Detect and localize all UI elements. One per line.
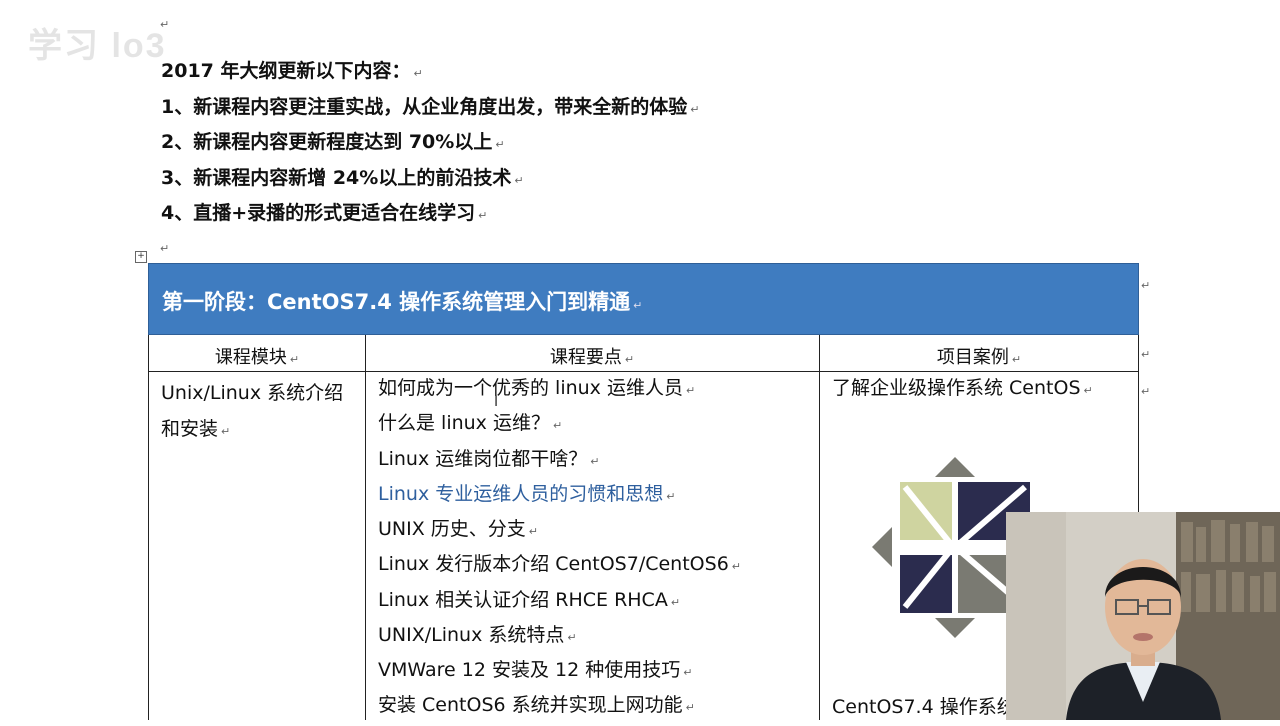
point-text: VMWare 12 安装及 12 种使用技巧 bbox=[378, 659, 681, 681]
list-item: Linux 专业运维人员的习惯和思想 ↵ bbox=[378, 477, 741, 512]
intro-item-text: 1、新课程内容更注重实战，从企业角度出发，带来全新的体验 bbox=[161, 95, 688, 118]
header-cell: 课程模块 ↵ bbox=[149, 343, 365, 369]
module-line-text: 和安装 bbox=[161, 417, 219, 440]
paragraph-mark-icon: ↵ bbox=[514, 173, 524, 187]
intro-item: 1、新课程内容更注重实战，从企业角度出发，带来全新的体验 ↵ bbox=[161, 92, 699, 128]
paragraph-mark-icon: ↵ bbox=[666, 489, 676, 503]
case-text-1: 了解企业级操作系统 CentOS bbox=[832, 377, 1081, 399]
paragraph-mark-icon: ↵ bbox=[690, 102, 700, 116]
text-cursor-icon: I bbox=[494, 394, 499, 410]
paragraph-mark-icon: ↵ bbox=[685, 384, 696, 397]
paragraph-mark-icon: ↵ bbox=[528, 525, 538, 538]
list-item: UNIX 历史、分支 ↵ bbox=[378, 512, 741, 547]
list-item: 如何成为一个优秀的 linux 运维人员 ↵ bbox=[378, 371, 741, 406]
module-line: Unix/Linux 系统介绍 bbox=[161, 382, 344, 404]
list-item: 安装 CentOS6 系统并实现上网功能 ↵ bbox=[378, 688, 741, 723]
intro-item-text: 3、新课程内容新增 24%以上的前沿技术 bbox=[161, 166, 512, 189]
paragraph-mark-icon: ↵ bbox=[160, 18, 170, 31]
stage-title: 第一阶段：CentOS7.4 操作系统管理入门到精通 ↵ bbox=[162, 286, 642, 316]
header-points-label: 课程要点 bbox=[549, 347, 622, 368]
header-module-label: 课程模块 bbox=[214, 347, 287, 368]
points-cell: 如何成为一个优秀的 linux 运维人员 ↵ 什么是 linux 运维？ ↵ Lin… bbox=[378, 371, 741, 724]
point-text: Linux 运维岗位都干啥？ bbox=[378, 447, 588, 470]
intro-item: 2、新课程内容更新程度达到 70%以上 ↵ bbox=[161, 127, 699, 163]
paragraph-mark-icon: ↵ bbox=[495, 138, 505, 151]
intro-item: 4、直播+录播的形式更适合在线学习 ↵ bbox=[161, 198, 699, 234]
point-text: UNIX 历史、分支 bbox=[378, 518, 526, 540]
table-header-row: 课程模块 ↵ 课程要点 ↵ 项目案例 ↵ bbox=[149, 335, 1138, 372]
module-cell: Unix/Linux 系统介绍 和安装 ↵ bbox=[161, 376, 361, 449]
list-item: 什么是 linux 运维？ ↵ bbox=[378, 406, 741, 441]
point-text: Linux 发行版本介绍 CentOS7/CentOS6 bbox=[378, 553, 729, 576]
presenter-video-frame bbox=[1006, 512, 1280, 720]
intro-item-text: 4、直播+录播的形式更适合在线学习 bbox=[161, 202, 476, 224]
paragraph-mark-icon: ↵ bbox=[670, 595, 681, 609]
intro-title-text: 2017 年大纲更新以下内容： bbox=[161, 60, 411, 82]
point-text: 安装 CentOS6 系统并实现上网功能 bbox=[378, 694, 683, 717]
list-item: UNIX/Linux 系统特点 ↵ bbox=[378, 618, 741, 653]
point-text: UNIX/Linux 系统特点 bbox=[378, 623, 565, 646]
paragraph-mark-icon: ↵ bbox=[552, 419, 563, 433]
point-text: 什么是 linux 运维？ bbox=[378, 412, 550, 435]
paragraph-mark-icon: ↵ bbox=[1011, 353, 1022, 366]
paragraph-mark-icon: ↵ bbox=[731, 560, 741, 574]
list-item: Linux 相关认证介绍 RHCE RHCA ↵ bbox=[378, 583, 741, 618]
list-item: Linux 发行版本介绍 CentOS7/CentOS6 ↵ bbox=[378, 547, 741, 582]
paragraph-mark-icon: ↵ bbox=[160, 242, 170, 255]
paragraph-mark-icon: ↵ bbox=[1141, 385, 1151, 398]
paragraph-mark-icon: ↵ bbox=[1141, 279, 1151, 292]
webcam-video bbox=[1006, 512, 1280, 720]
stage-header: 第一阶段：CentOS7.4 操作系统管理入门到精通 ↵ bbox=[148, 263, 1139, 335]
module-line: 和安装 ↵ bbox=[161, 412, 361, 450]
paragraph-mark-icon: ↵ bbox=[683, 666, 693, 679]
paragraph-mark-icon: ↵ bbox=[1141, 348, 1151, 361]
paragraph-mark-icon: ↵ bbox=[289, 353, 300, 366]
list-item: VMWare 12 安装及 12 种使用技巧 ↵ bbox=[378, 653, 741, 688]
paragraph-mark-icon: ↵ bbox=[624, 353, 635, 366]
paragraph-mark-icon: ↵ bbox=[685, 701, 695, 715]
intro-title: 2017 年大纲更新以下内容： ↵ bbox=[161, 56, 699, 92]
stage-title-text: 第一阶段：CentOS7.4 操作系统管理入门到精通 bbox=[162, 290, 631, 314]
paragraph-mark-icon: ↵ bbox=[567, 630, 577, 644]
point-text: 如何成为一个优秀的 linux 运维人员 bbox=[378, 377, 683, 399]
header-cases-label: 项目案例 bbox=[936, 347, 1009, 368]
point-text: Linux 专业运维人员的习惯和思想 bbox=[378, 482, 664, 505]
header-cell: 项目案例 ↵ bbox=[819, 343, 1139, 369]
paragraph-mark-icon: ↵ bbox=[478, 209, 488, 222]
case-text: 了解企业级操作系统 CentOS ↵ bbox=[832, 371, 1093, 408]
paragraph-mark-icon: ↵ bbox=[413, 67, 423, 80]
paragraph-mark-icon: ↵ bbox=[1083, 384, 1093, 397]
paragraph-mark-icon: ↵ bbox=[590, 454, 600, 468]
paragraph-mark-icon: ↵ bbox=[633, 299, 643, 312]
column-divider bbox=[819, 335, 820, 720]
intro-section: 2017 年大纲更新以下内容： ↵ 1、新课程内容更注重实战，从企业角度出发，带来… bbox=[161, 56, 699, 234]
table-move-handle-icon[interactable]: + bbox=[135, 251, 147, 263]
list-item: Linux 运维岗位都干啥？ ↵ bbox=[378, 442, 741, 477]
intro-item-text: 2、新课程内容更新程度达到 70%以上 bbox=[161, 131, 493, 153]
paragraph-mark-icon: ↵ bbox=[221, 424, 231, 438]
column-divider bbox=[365, 335, 366, 720]
point-text: Linux 相关认证介绍 RHCE RHCA bbox=[378, 588, 668, 611]
header-cell: 课程要点 ↵ bbox=[365, 343, 819, 369]
intro-item: 3、新课程内容新增 24%以上的前沿技术 ↵ bbox=[161, 163, 699, 199]
